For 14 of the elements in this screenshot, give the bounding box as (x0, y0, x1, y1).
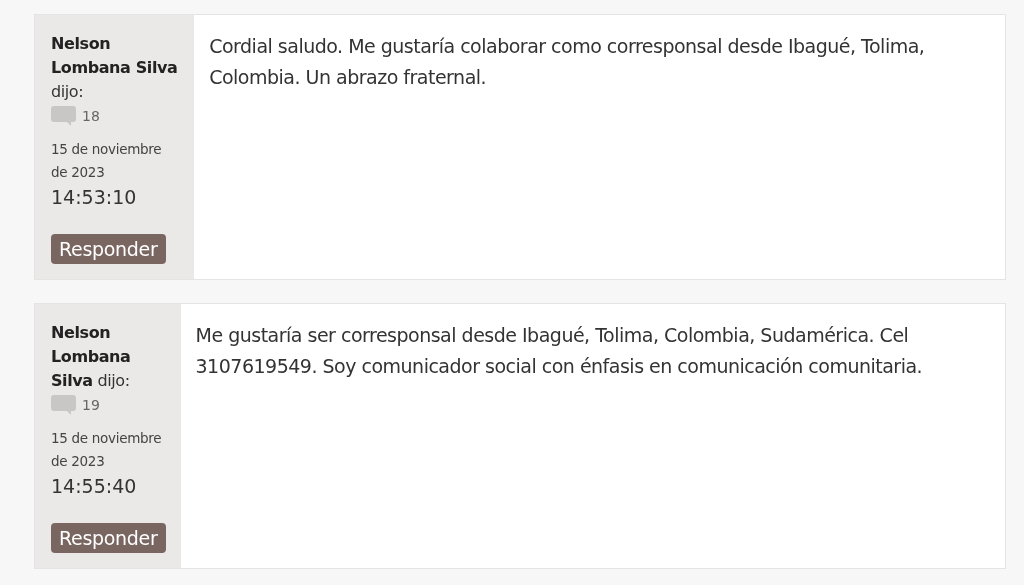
comment-date: 15 de noviembre de 2023 (51, 429, 163, 471)
speech-bubble-icon (51, 106, 76, 126)
comment-time: 14:53:10 (51, 186, 137, 208)
comment-count: 18 (82, 108, 100, 124)
author-name: Nelson Lombana Silva dijo: (51, 322, 132, 392)
comment-time: 14:55:40 (51, 475, 137, 497)
comment-count: 19 (82, 397, 100, 413)
comment-date: 15 de noviembre de 2023 (51, 140, 163, 182)
comment-text: Cordial saludo. Me gustaría colaborar como corresponsal desde Ibagué, Tolima, Colombia. Un abrazo fraternal. (208, 34, 926, 90)
comment-text: Me gustaría ser corresponsal desde Ibagué, Tolima, Colombia, Sudamérica. Cel 3107619549. Soy comunicador social con énfasis en comunicación comunitaria. (194, 323, 924, 379)
reply-button[interactable]: Responder (51, 234, 166, 264)
author-name: Nelson Lombana Silva dijo: (51, 33, 179, 103)
reply-button[interactable]: Responder (51, 523, 166, 553)
speech-bubble-icon (51, 395, 76, 415)
